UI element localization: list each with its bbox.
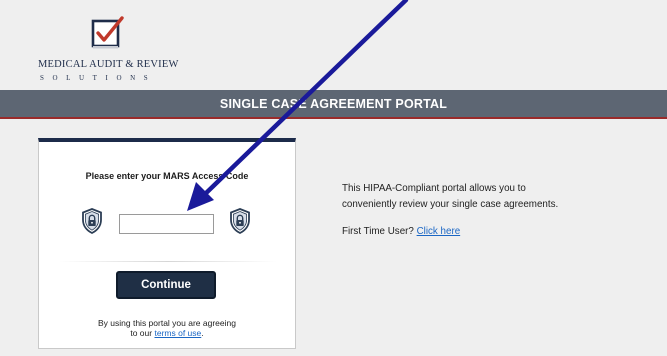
logo-subtitle: SOLUTIONS bbox=[40, 74, 157, 82]
terms-text: By using this portal you are agreeing bbox=[98, 318, 236, 328]
portal-info: This HIPAA-Compliant portal allows you t… bbox=[342, 181, 642, 240]
continue-button[interactable]: Continue bbox=[116, 271, 216, 299]
description-line-1: This HIPAA-Compliant portal allows you t… bbox=[342, 183, 526, 194]
terms-period: . bbox=[201, 328, 204, 338]
first-time-label: First Time User? bbox=[342, 226, 414, 237]
access-code-card: Please enter your MARS Access Code Conti… bbox=[38, 138, 296, 349]
description-line-2: conveniently review your single case agr… bbox=[342, 199, 559, 210]
shield-lock-icon bbox=[230, 208, 250, 234]
portal-banner: SINGLE CASE AGREEMENT PORTAL bbox=[0, 90, 667, 119]
terms-text-middle: to our bbox=[130, 328, 153, 338]
click-here-link[interactable]: Click here bbox=[417, 226, 461, 237]
access-code-prompt: Please enter your MARS Access Code bbox=[85, 171, 249, 181]
divider bbox=[59, 261, 277, 262]
access-code-input[interactable] bbox=[119, 214, 214, 234]
shield-lock-icon bbox=[82, 208, 102, 234]
logo-title: MEDICAL AUDIT & REVIEW bbox=[38, 59, 179, 70]
terms-of-use-link[interactable]: terms of use bbox=[154, 328, 201, 338]
checkbox-check-icon bbox=[91, 16, 124, 49]
first-time-user: First Time User? Click here bbox=[342, 224, 642, 240]
banner-title: SINGLE CASE AGREEMENT PORTAL bbox=[219, 96, 448, 111]
terms-notice: By using this portal you are agreeing to… bbox=[39, 318, 295, 338]
